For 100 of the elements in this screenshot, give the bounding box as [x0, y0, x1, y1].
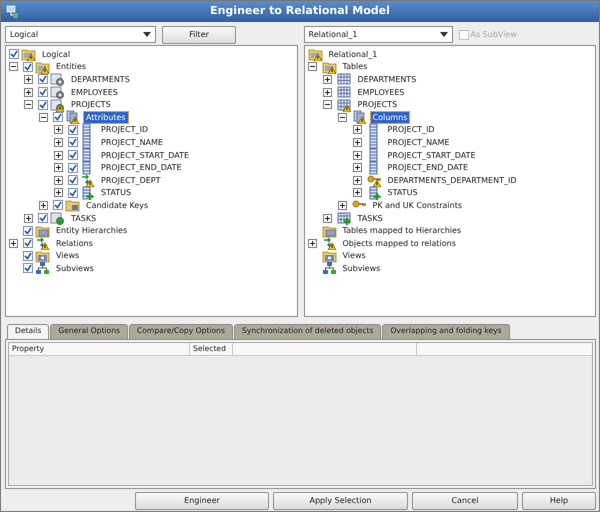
expand-icon[interactable]: [54, 176, 63, 185]
tree-item[interactable]: STATUS: [384, 186, 421, 200]
expand-icon[interactable]: [24, 74, 33, 84]
tree-item[interactable]: DEPARTMENTS_DEPARTMENT_ID: [384, 174, 520, 187]
dropdown[interactable]: Logical: [5, 26, 156, 43]
tree-item[interactable]: Objects mapped to relations: [340, 236, 459, 250]
tree-item[interactable]: DEPARTMENTS: [354, 72, 420, 86]
tree-item[interactable]: PROJECTS: [68, 98, 114, 112]
tree-item[interactable]: STATUS: [98, 186, 134, 200]
tree-item[interactable]: PROJECT_ID: [98, 123, 152, 136]
checkbox[interactable]: [23, 250, 33, 261]
dialog-button[interactable]: Cancel: [412, 492, 518, 510]
expand-icon[interactable]: [338, 200, 346, 210]
expand-icon[interactable]: [352, 125, 362, 134]
view-icon: [35, 248, 50, 263]
tree-item[interactable]: Tables: [340, 60, 370, 74]
expand-icon[interactable]: [322, 88, 332, 97]
checkbox[interactable]: [38, 100, 48, 110]
app-icon: [5, 4, 19, 18]
tree-item[interactable]: DEPARTMENTS: [68, 72, 133, 86]
expand-icon[interactable]: [352, 188, 362, 198]
checkbox[interactable]: [68, 188, 78, 198]
checkbox[interactable]: [53, 112, 63, 122]
tree-item[interactable]: Relations: [53, 236, 96, 250]
tree-item[interactable]: TASKS: [354, 212, 386, 225]
expand-icon[interactable]: [322, 214, 332, 223]
tree-item[interactable]: PROJECT_ID: [384, 123, 438, 136]
collapse-icon[interactable]: [9, 62, 18, 72]
tree-item[interactable]: Views: [53, 249, 82, 262]
diagram-icon: [35, 261, 50, 276]
tree-item[interactable]: Subviews: [340, 262, 384, 275]
tree-item[interactable]: PROJECT_START_DATE: [98, 148, 192, 162]
expand-icon[interactable]: [54, 125, 63, 134]
expand-icon[interactable]: [352, 150, 362, 160]
expand-icon[interactable]: [308, 238, 316, 248]
table-icon: [336, 85, 352, 100]
expand-icon[interactable]: [54, 188, 63, 198]
expand-icon[interactable]: [352, 176, 362, 185]
expand-icon[interactable]: [24, 88, 33, 97]
tree-item[interactable]: Attributes: [83, 110, 128, 124]
tree-item[interactable]: PROJECT_END_DATE: [98, 161, 185, 174]
collapse-icon[interactable]: [322, 100, 332, 110]
checkbox[interactable]: [23, 62, 33, 72]
folder-icon: [35, 224, 50, 238]
folder-icon: [322, 224, 336, 238]
checkbox[interactable]: [68, 137, 78, 148]
tree-item[interactable]: Entities: [53, 60, 89, 74]
checkbox[interactable]: [9, 49, 19, 60]
collapse-icon[interactable]: [24, 100, 33, 110]
expand-icon[interactable]: [322, 74, 332, 84]
checkbox[interactable]: [23, 238, 33, 248]
expand-icon[interactable]: [352, 138, 362, 147]
tree-item[interactable]: Logical: [39, 48, 74, 61]
expand-icon[interactable]: [54, 163, 63, 172]
tree-item[interactable]: PROJECT_DEPT: [98, 174, 164, 187]
checkbox[interactable]: [68, 175, 78, 186]
entity-icon: [50, 72, 65, 86]
tree-item[interactable]: PROJECT_START_DATE: [384, 148, 479, 162]
checkbox[interactable]: [53, 200, 63, 210]
expand-icon[interactable]: [54, 150, 63, 160]
expand-icon[interactable]: [39, 200, 48, 210]
tree-item[interactable]: PK and UK Constraints: [370, 198, 465, 212]
table-icon: [336, 72, 352, 86]
checkbox[interactable]: [23, 263, 33, 274]
dropdown[interactable]: Relational_1: [304, 26, 452, 43]
tree-item[interactable]: EMPLOYEES: [68, 86, 121, 99]
checkbox[interactable]: [38, 213, 48, 224]
dialog-button[interactable]: Apply Selection: [273, 492, 408, 510]
checkbox[interactable]: [68, 150, 78, 160]
folder-icon: [65, 198, 80, 212]
caret-icon: [143, 32, 151, 37]
tree-item[interactable]: TASKS: [68, 212, 100, 225]
expand-icon[interactable]: [9, 238, 18, 248]
tree-item[interactable]: PROJECTS: [354, 98, 400, 112]
tree-item[interactable]: PROJECT_NAME: [384, 136, 452, 149]
tree-item[interactable]: Tables mapped to Hierarchies: [340, 224, 464, 238]
tree-item[interactable]: Relational_1: [326, 48, 380, 61]
tree-item[interactable]: Columns: [370, 110, 410, 124]
dialog-button[interactable]: Engineer: [135, 492, 269, 510]
expand-icon[interactable]: [24, 214, 33, 223]
window-title: Engineer to Relational Model: [209, 3, 391, 20]
tree-item[interactable]: PROJECT_END_DATE: [384, 161, 472, 174]
checkbox[interactable]: [23, 226, 33, 236]
tree-item[interactable]: PROJECT_NAME: [98, 136, 166, 149]
tree-item[interactable]: Views: [340, 249, 369, 262]
checkbox[interactable]: [68, 162, 78, 173]
tree-item[interactable]: EMPLOYEES: [354, 86, 408, 99]
tree-item[interactable]: Entity Hierarchies: [53, 224, 130, 238]
collapse-icon[interactable]: [308, 62, 316, 72]
collapse-icon[interactable]: [338, 112, 346, 122]
tree-item[interactable]: Candidate Keys: [83, 198, 152, 212]
filter-button[interactable]: Filter: [162, 26, 236, 44]
dialog-button[interactable]: Help: [522, 492, 596, 510]
checkbox[interactable]: [68, 124, 78, 135]
expand-icon[interactable]: [352, 163, 362, 172]
tree-item[interactable]: Subviews: [53, 262, 97, 275]
collapse-icon[interactable]: [39, 112, 48, 122]
expand-icon[interactable]: [54, 138, 63, 147]
checkbox[interactable]: [38, 74, 48, 84]
checkbox[interactable]: [38, 87, 48, 98]
